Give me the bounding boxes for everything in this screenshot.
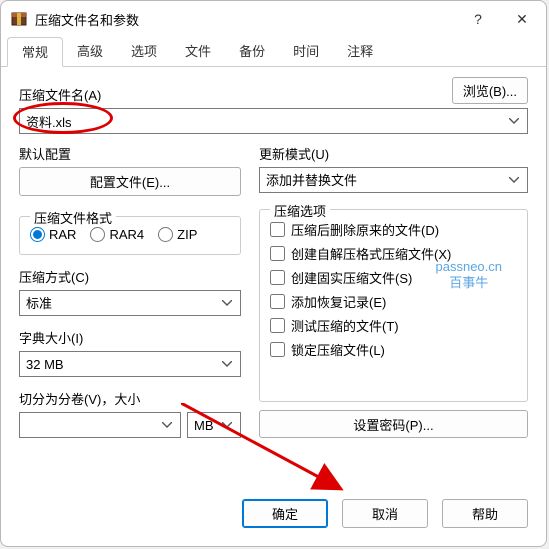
split-unit-select[interactable]: MB (187, 412, 241, 438)
help-icon: ? (474, 11, 482, 27)
opt-lock-chk[interactable] (270, 342, 285, 357)
opt-delete-after-chk[interactable] (270, 222, 285, 237)
split-label: 切分为分卷(V)，大小 (19, 389, 241, 408)
help-footer-button[interactable]: 帮助 (442, 499, 528, 528)
set-password-button[interactable]: 设置密码(P)... (259, 410, 528, 438)
format-rar4[interactable]: RAR4 (90, 227, 144, 242)
update-mode-label: 更新模式(U) (259, 144, 528, 163)
filename-input[interactable] (19, 108, 528, 134)
opt-delete-after[interactable]: 压缩后删除原来的文件(D) (270, 220, 517, 239)
opt-sfx[interactable]: 创建自解压格式压缩文件(X) (270, 244, 517, 263)
tab-files[interactable]: 文件 (171, 37, 225, 67)
opt-lock[interactable]: 锁定压缩文件(L) (270, 340, 517, 359)
format-fieldset: 压缩文件格式 RAR RAR4 ZIP (19, 216, 241, 255)
options-legend: 压缩选项 (270, 201, 330, 220)
titlebar: 压缩文件名和参数 ? ✕ (1, 1, 546, 37)
format-legend: 压缩文件格式 (30, 208, 116, 227)
footer-buttons: 确定 取消 帮助 (242, 499, 528, 528)
opt-test[interactable]: 测试压缩的文件(T) (270, 316, 517, 335)
format-zip-radio[interactable] (158, 227, 173, 242)
tab-general[interactable]: 常规 (7, 37, 63, 67)
tab-bar: 常规 高级 选项 文件 备份 时间 注释 (1, 37, 546, 67)
tab-comment[interactable]: 注释 (333, 37, 387, 67)
browse-button[interactable]: 浏览(B)... (452, 77, 528, 104)
default-profile-label: 默认配置 (19, 144, 241, 163)
format-rar4-radio[interactable] (90, 227, 105, 242)
opt-sfx-chk[interactable] (270, 246, 285, 261)
format-zip[interactable]: ZIP (158, 227, 197, 242)
format-rar[interactable]: RAR (30, 227, 76, 242)
options-fieldset: 压缩选项 压缩后删除原来的文件(D) 创建自解压格式压缩文件(X) 创建固实压缩… (259, 209, 528, 402)
profile-button[interactable]: 配置文件(E)... (19, 167, 241, 196)
opt-recovery-chk[interactable] (270, 294, 285, 309)
app-icon (11, 11, 27, 27)
method-label: 压缩方式(C) (19, 267, 241, 286)
tab-advanced[interactable]: 高级 (63, 37, 117, 67)
close-button[interactable]: ✕ (500, 4, 544, 34)
opt-test-chk[interactable] (270, 318, 285, 333)
filename-label: 压缩文件名(A) (19, 88, 101, 103)
tab-backup[interactable]: 备份 (225, 37, 279, 67)
update-mode-select[interactable]: 添加并替换文件 (259, 167, 528, 193)
opt-solid[interactable]: 创建固实压缩文件(S) (270, 268, 517, 287)
opt-recovery[interactable]: 添加恢复记录(E) (270, 292, 517, 311)
help-button[interactable]: ? (456, 4, 500, 34)
opt-solid-chk[interactable] (270, 270, 285, 285)
format-rar-radio[interactable] (30, 227, 45, 242)
split-size-input[interactable] (19, 412, 181, 438)
window-title: 压缩文件名和参数 (35, 10, 456, 29)
method-select[interactable]: 标准 (19, 290, 241, 316)
tab-options[interactable]: 选项 (117, 37, 171, 67)
tab-time[interactable]: 时间 (279, 37, 333, 67)
archive-options-dialog: 压缩文件名和参数 ? ✕ 常规 高级 选项 文件 备份 时间 注释 压缩文件名(… (0, 0, 547, 547)
ok-button[interactable]: 确定 (242, 499, 328, 528)
dict-label: 字典大小(I) (19, 328, 241, 347)
close-icon: ✕ (516, 11, 528, 28)
filename-input-wrap (19, 108, 528, 134)
content-area: 压缩文件名(A) 浏览(B)... 默认配置 配置文件(E)... 压缩文件格式… (1, 67, 546, 448)
cancel-button[interactable]: 取消 (342, 499, 428, 528)
dict-select[interactable]: 32 MB (19, 351, 241, 377)
